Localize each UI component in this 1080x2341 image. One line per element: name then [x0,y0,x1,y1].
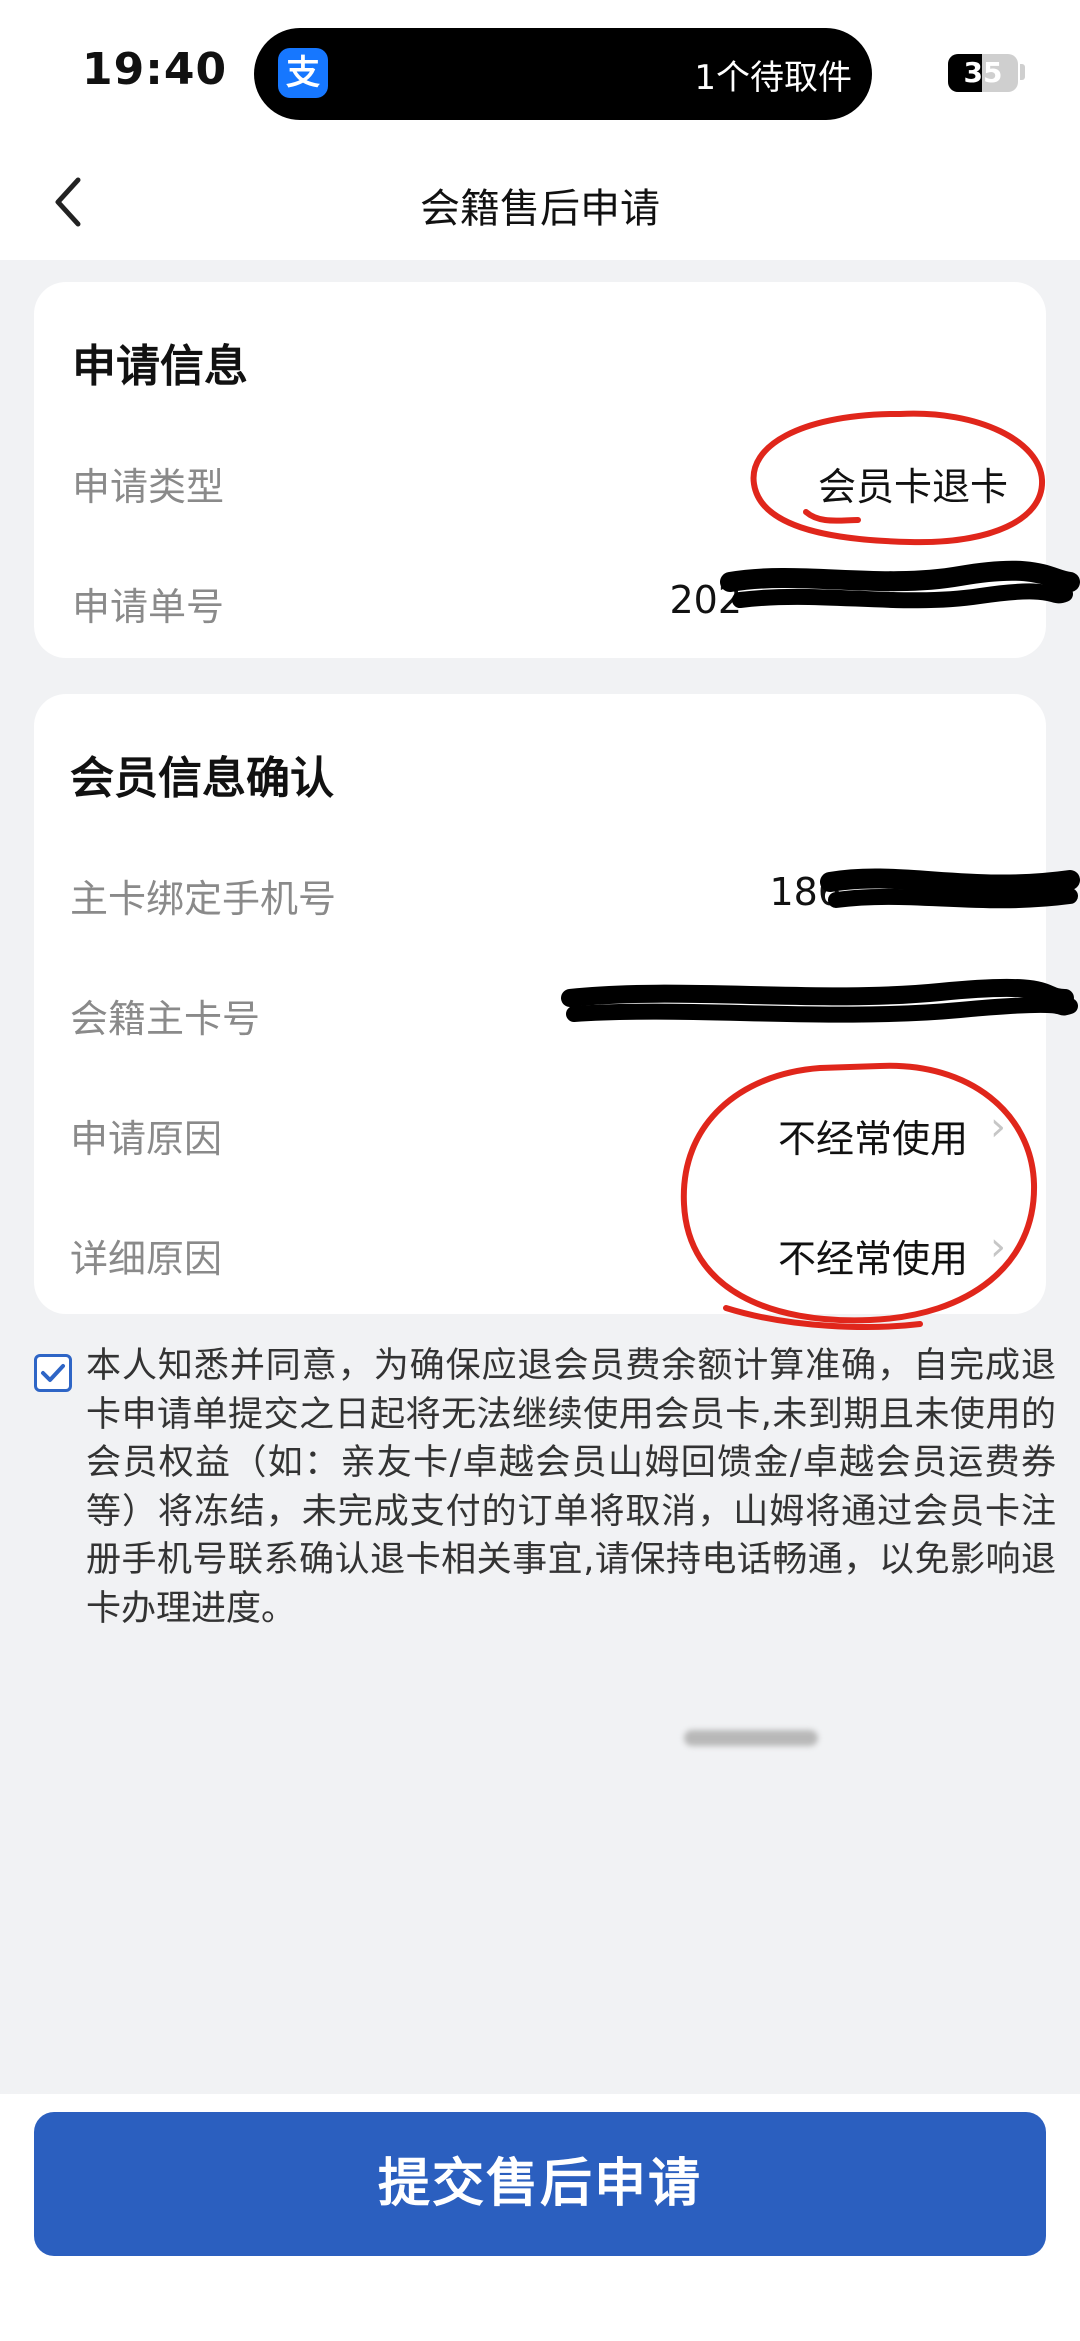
red-circle-annotation-reason [680,1062,1038,1330]
page-title: 会籍售后申请 [420,186,660,232]
reason-label: 申请原因 [70,1117,223,1161]
member-info-title: 会员信息确认 [70,753,334,804]
blurred-mark [684,1730,818,1746]
agreement-text: 本人知悉并同意，为确保应退会员费余额计算准确，自完成退卡申请单提交之日起将无法继… [86,1346,1056,1629]
island-notification: 1个待取件 [694,58,852,98]
redaction-scribble-number [720,560,1080,609]
battery-level: 35 [963,56,1003,89]
application-number-label: 申请单号 [72,585,225,629]
redaction-scribble-card-number [561,978,1078,1023]
card-number-label: 会籍主卡号 [70,997,261,1041]
red-circle-annotation-type [750,410,1046,546]
agreement-checkbox[interactable] [34,1354,72,1392]
redaction-scribble-phone [820,868,1080,909]
detail-reason-label: 详细原因 [70,1237,223,1281]
phone-label: 主卡绑定手机号 [70,877,337,921]
status-time: 19:40 [82,44,228,95]
submit-button[interactable]: 提交售后申请 [34,2112,1046,2256]
application-type-label: 申请类型 [72,465,225,509]
checkmark-icon [41,1364,65,1382]
application-info-title: 申请信息 [72,341,248,392]
alipay-icon: 支 [278,48,328,98]
wifi-icon [886,53,932,86]
battery-tip [1020,64,1025,80]
